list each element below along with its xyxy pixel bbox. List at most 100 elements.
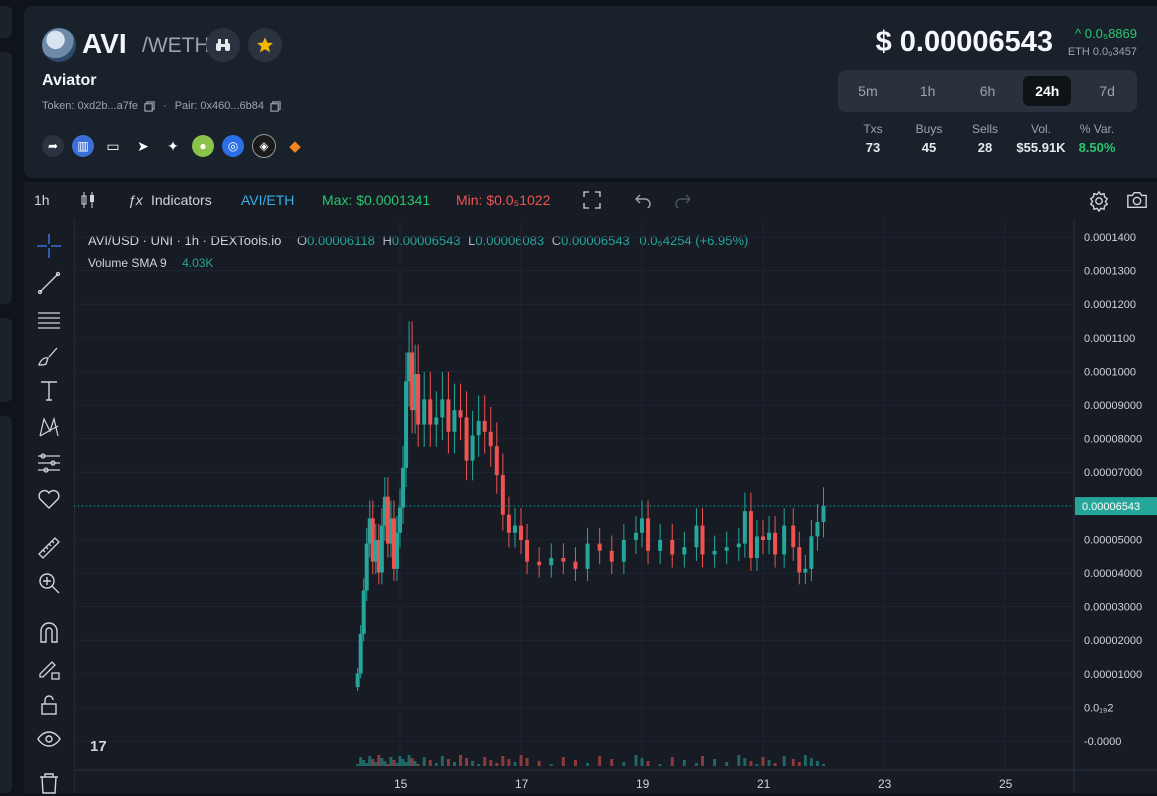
chart-link-icon[interactable]: ▥ <box>72 135 94 157</box>
candle-body <box>512 525 517 533</box>
volume-bar <box>773 763 777 766</box>
rail-block[interactable] <box>0 52 12 304</box>
text-tool[interactable] <box>36 378 62 404</box>
timeframe-1h[interactable]: 1h <box>904 76 952 106</box>
volume-bar <box>392 760 396 766</box>
volume-bar <box>525 758 529 766</box>
last-price-label: 0.00006543 <box>1082 501 1140 513</box>
ruler-icon <box>38 537 60 559</box>
volume-bar <box>413 761 417 766</box>
screenshot-button[interactable] <box>1126 190 1148 213</box>
zoom-tool[interactable] <box>36 570 62 596</box>
redo-button[interactable] <box>674 192 692 211</box>
volume-bar <box>791 759 795 766</box>
visibility-tool[interactable] <box>36 726 62 752</box>
rail-block[interactable] <box>0 416 12 793</box>
stat-label: % Var. <box>1079 122 1115 136</box>
copy-icon[interactable] <box>270 100 281 112</box>
favorite-button[interactable] <box>248 28 282 62</box>
pair-toggle-button[interactable]: AVI/ETH <box>241 192 294 208</box>
lock-drawing-tool[interactable] <box>36 656 62 682</box>
volume-bar <box>477 764 481 766</box>
trendline-tool[interactable] <box>36 270 62 296</box>
timeframe-24h[interactable]: 24h <box>1023 76 1072 106</box>
volume-bar <box>767 760 771 766</box>
chart-toolbar: 1h ƒx Indicators AVI/ETH Max: $0.0001341… <box>24 182 1157 221</box>
volume-bar <box>755 764 759 766</box>
volume-bar <box>822 764 825 766</box>
magnet-tool[interactable] <box>36 620 62 646</box>
undo-icon <box>635 194 651 210</box>
zoom-in-icon <box>39 573 60 594</box>
indicators-button[interactable]: Indicators <box>151 192 212 208</box>
telegram-icon[interactable]: ➤ <box>132 135 154 157</box>
y-tick-label: 0.0001400 <box>1084 232 1136 244</box>
volume-bar <box>483 757 487 766</box>
timeframe-6h[interactable]: 6h <box>963 76 1011 106</box>
delete-tool[interactable] <box>36 770 62 796</box>
candle-body <box>434 417 439 425</box>
interval-button[interactable]: 1h <box>34 192 50 208</box>
volume-bar <box>803 755 807 766</box>
candle-body <box>797 547 802 573</box>
twitter-icon[interactable]: ✦ <box>162 135 184 157</box>
timeframe-5m[interactable]: 5m <box>844 76 892 106</box>
volume-bar <box>694 763 698 766</box>
rail-block[interactable] <box>0 318 12 402</box>
timeframe-7d[interactable]: 7d <box>1083 76 1131 106</box>
candle-body <box>525 540 530 562</box>
settings-button[interactable] <box>1088 190 1110 215</box>
pattern-tool[interactable] <box>36 414 62 440</box>
volume-bar <box>640 758 644 766</box>
candle-body <box>658 540 663 551</box>
favorites-tool[interactable] <box>36 486 62 512</box>
fullscreen-button[interactable] <box>583 191 601 212</box>
stat-value: 28 <box>977 140 993 155</box>
forecast-tool[interactable] <box>36 450 62 476</box>
price-change: ^ 0.0₅8869 <box>1075 26 1137 41</box>
candle-body <box>458 410 463 418</box>
stat-value: 45 <box>921 140 937 155</box>
pair-quote-symbol: /WETH <box>142 34 210 57</box>
volume-bar <box>815 761 819 766</box>
copy-icon[interactable] <box>144 100 155 112</box>
volume-bar <box>622 762 626 766</box>
candle-body <box>549 558 554 566</box>
stat-txs: Txs 73 <box>845 122 901 155</box>
explorer-icon[interactable]: ◈ <box>252 134 276 158</box>
crosshair-tool[interactable] <box>36 233 62 259</box>
candle-body <box>821 506 826 522</box>
candle-type-button[interactable] <box>80 190 96 213</box>
volume-bar <box>761 757 765 766</box>
candle-body <box>519 525 523 540</box>
metamask-icon[interactable]: ◆ <box>284 135 306 157</box>
measure-tool[interactable] <box>36 535 62 561</box>
volume-bar <box>513 762 517 766</box>
crosshair-icon <box>37 234 61 258</box>
share-icon[interactable]: ➦ <box>42 135 64 157</box>
coinmarketcap-icon[interactable]: ◎ <box>222 135 244 157</box>
volume-bar <box>428 760 432 766</box>
tradingview-logo[interactable]: 17 <box>90 738 116 760</box>
candle-body <box>742 511 747 544</box>
fib-tool[interactable] <box>36 307 62 333</box>
brush-tool[interactable] <box>36 344 62 370</box>
price-chart[interactable]: 0.0001400 0.0001300 0.0001200 0.0001100 0.00… <box>74 220 1157 793</box>
coingecko-icon[interactable]: ● <box>192 135 214 157</box>
lock-tool[interactable] <box>36 692 62 718</box>
candle-body <box>488 431 493 447</box>
volume-bar <box>410 758 414 766</box>
y-tick-label: 0.0001000 <box>1084 366 1136 378</box>
website-icon[interactable]: ▭ <box>102 135 124 157</box>
volume-bar <box>368 756 372 766</box>
horizontal-lines-icon <box>38 312 60 329</box>
volume-bar <box>495 763 499 766</box>
undo-button[interactable] <box>634 192 652 211</box>
eye-icon <box>37 731 61 747</box>
y-tick-label: 0.00001000 <box>1084 669 1142 681</box>
compare-button[interactable] <box>206 28 240 62</box>
volume-bar <box>743 758 747 766</box>
rail-block[interactable] <box>0 6 12 38</box>
volume-bar <box>401 759 405 766</box>
volume-bar <box>670 757 674 766</box>
